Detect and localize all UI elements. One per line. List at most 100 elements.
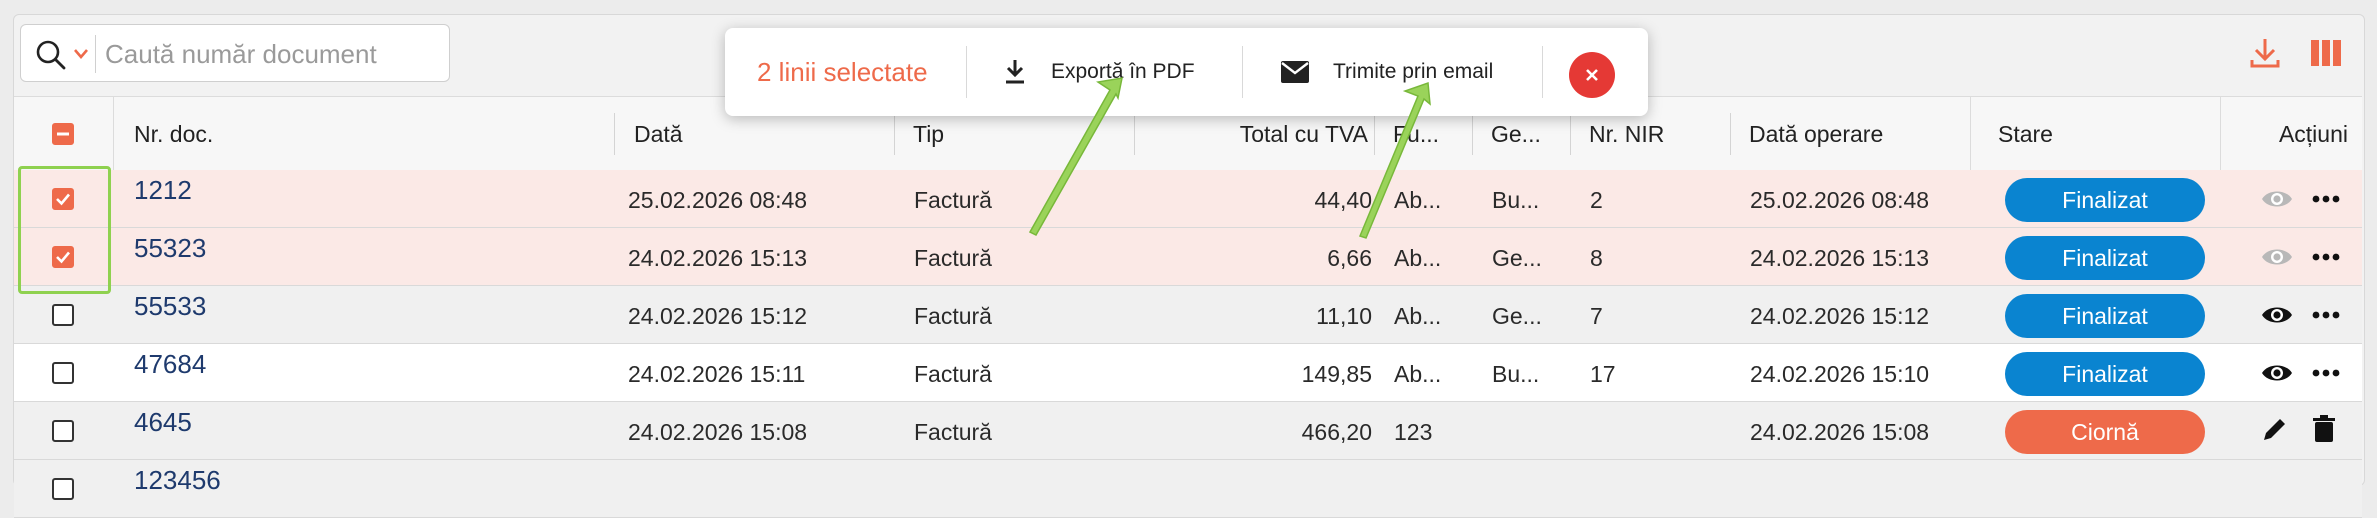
column-separator <box>1374 113 1375 155</box>
doc-number-link[interactable]: 55533 <box>134 286 534 344</box>
cell-opdate: 24.02.2026 15:12 <box>1750 303 1930 329</box>
table-row[interactable]: 1212 25.02.2026 08:48 Factură 44,40 Ab... Bu.… <box>14 170 2362 228</box>
table-row[interactable]: 55323 24.02.2026 15:13 Factură 6,66 Ab... Ge.… <box>14 228 2362 286</box>
eye-icon[interactable] <box>2260 187 2294 216</box>
selected-count: 2 linii selectate <box>757 57 928 87</box>
cell-fu <box>1394 460 1469 518</box>
columns-icon[interactable] <box>2309 36 2343 75</box>
header-actions: Acțiuni <box>2278 121 2348 147</box>
cell-ge: Ge... <box>1492 303 1542 329</box>
cell-ge <box>1492 402 1567 460</box>
send-email-label: Trimite prin email <box>1333 60 1494 83</box>
cell-opdate <box>1750 460 1980 518</box>
status-badge: Finalizat <box>2005 178 2205 222</box>
doc-number-link[interactable]: 1212 <box>134 170 534 228</box>
more-icon[interactable] <box>2311 187 2341 216</box>
status-badge: Finalizat <box>2005 352 2205 396</box>
column-separator <box>1134 113 1135 155</box>
cell-ge: Bu... <box>1492 361 1540 387</box>
download-icon[interactable] <box>2248 36 2282 75</box>
table-row[interactable]: 123456 <box>14 460 2362 518</box>
column-separator <box>1472 113 1473 155</box>
cell-opdate: 25.02.2026 08:48 <box>1750 187 1930 213</box>
more-icon[interactable] <box>2311 245 2341 274</box>
header-operation-date[interactable]: Dată operare <box>1743 97 1973 171</box>
row-checkbox[interactable] <box>52 304 74 326</box>
cell-nir: 8 <box>1590 245 1603 271</box>
send-email-button[interactable]: Trimite prin email <box>1280 28 1550 116</box>
export-pdf-button[interactable]: Exportă în PDF <box>1003 28 1233 116</box>
search-input[interactable] <box>103 33 437 75</box>
bar-divider <box>1542 46 1543 98</box>
eye-icon[interactable] <box>2260 303 2294 332</box>
row-checkbox[interactable] <box>52 420 74 442</box>
cell-fu: 123 <box>1394 419 1433 445</box>
column-separator <box>1730 113 1731 155</box>
chevron-down-icon[interactable] <box>73 47 89 65</box>
select-all-checkbox[interactable] <box>52 123 74 145</box>
bar-divider <box>966 46 967 98</box>
cell-type: Factură <box>914 419 992 445</box>
doc-number-link[interactable]: 4645 <box>134 402 534 460</box>
cell-total: 11,10 <box>1316 303 1372 329</box>
cell-total <box>1144 460 1372 518</box>
doc-number-link[interactable]: 55323 <box>134 228 534 286</box>
table-row[interactable]: 55533 24.02.2026 15:12 Factură 11,10 Ab... Ge… <box>14 286 2362 344</box>
table-row[interactable]: 47684 24.02.2026 15:11 Factură 149,85 Ab... B… <box>14 344 2362 402</box>
cell-ge: Ge... <box>1492 245 1542 271</box>
status-badge: Ciornă <box>2005 410 2205 454</box>
more-icon[interactable] <box>2311 303 2341 332</box>
selection-highlight <box>18 166 111 294</box>
column-separator <box>1570 113 1571 155</box>
selection-action-bar: 2 linii selectate Exportă în PDF Trimite… <box>725 28 1648 116</box>
cell-date: 25.02.2026 08:48 <box>628 187 808 213</box>
cell-total: 149,85 <box>1301 361 1372 387</box>
row-checkbox[interactable] <box>52 478 74 500</box>
cell-nir <box>1590 402 1710 460</box>
cell-total: 6,66 <box>1327 245 1372 271</box>
cell-type: Factură <box>914 187 992 213</box>
cell-fu: Ab... <box>1394 187 1442 213</box>
export-pdf-label: Exportă în PDF <box>1051 60 1195 83</box>
cell-fu: Ab... <box>1394 245 1442 271</box>
cell-type: Factură <box>914 245 992 271</box>
cell-date: 24.02.2026 15:11 <box>628 361 806 387</box>
cell-type: Factură <box>914 303 992 329</box>
cell-nir: 2 <box>1590 187 1603 213</box>
status-badge: Finalizat <box>2005 294 2205 338</box>
cell-type: Factură <box>914 361 992 387</box>
eye-icon[interactable] <box>2260 245 2294 274</box>
header-doc-number[interactable]: Nr. doc. <box>128 97 428 171</box>
mail-icon <box>1281 61 1309 83</box>
cell-nir: 7 <box>1590 303 1603 329</box>
cell-date: 24.02.2026 15:12 <box>628 303 808 329</box>
search-box[interactable] <box>20 24 450 82</box>
search-icon[interactable] <box>35 39 67 76</box>
cell-total: 466,20 <box>1301 419 1372 445</box>
cell-date <box>628 460 888 518</box>
cell-ge: Bu... <box>1492 187 1540 213</box>
bar-divider <box>1242 46 1243 98</box>
column-separator <box>614 113 615 155</box>
eye-icon[interactable] <box>2260 361 2294 390</box>
row-checkbox[interactable] <box>52 362 74 384</box>
header-status[interactable]: Stare <box>1992 97 2142 171</box>
doc-number-link[interactable]: 47684 <box>134 344 534 402</box>
cell-fu: Ab... <box>1394 361 1442 387</box>
table-row[interactable]: 4645 24.02.2026 15:08 Factură 466,20 123 24.0… <box>14 402 2362 460</box>
doc-number-link[interactable]: 123456 <box>134 460 534 518</box>
cell-opdate: 24.02.2026 15:13 <box>1750 245 1930 271</box>
edit-icon[interactable] <box>2260 414 2290 449</box>
close-icon <box>1586 69 1598 81</box>
close-selection-button[interactable] <box>1569 52 1615 98</box>
cell-nir <box>1590 460 1710 518</box>
cell-opdate: 24.02.2026 15:10 <box>1750 361 1930 387</box>
delete-icon[interactable] <box>2311 414 2337 449</box>
cell-fu: Ab... <box>1394 303 1442 329</box>
cell-type <box>914 460 1114 518</box>
cell-total: 44,40 <box>1314 187 1372 213</box>
cell-nir: 17 <box>1590 361 1616 387</box>
cell-date: 24.02.2026 15:08 <box>628 419 808 445</box>
more-icon[interactable] <box>2311 361 2341 390</box>
cell-date: 24.02.2026 15:13 <box>628 245 808 271</box>
